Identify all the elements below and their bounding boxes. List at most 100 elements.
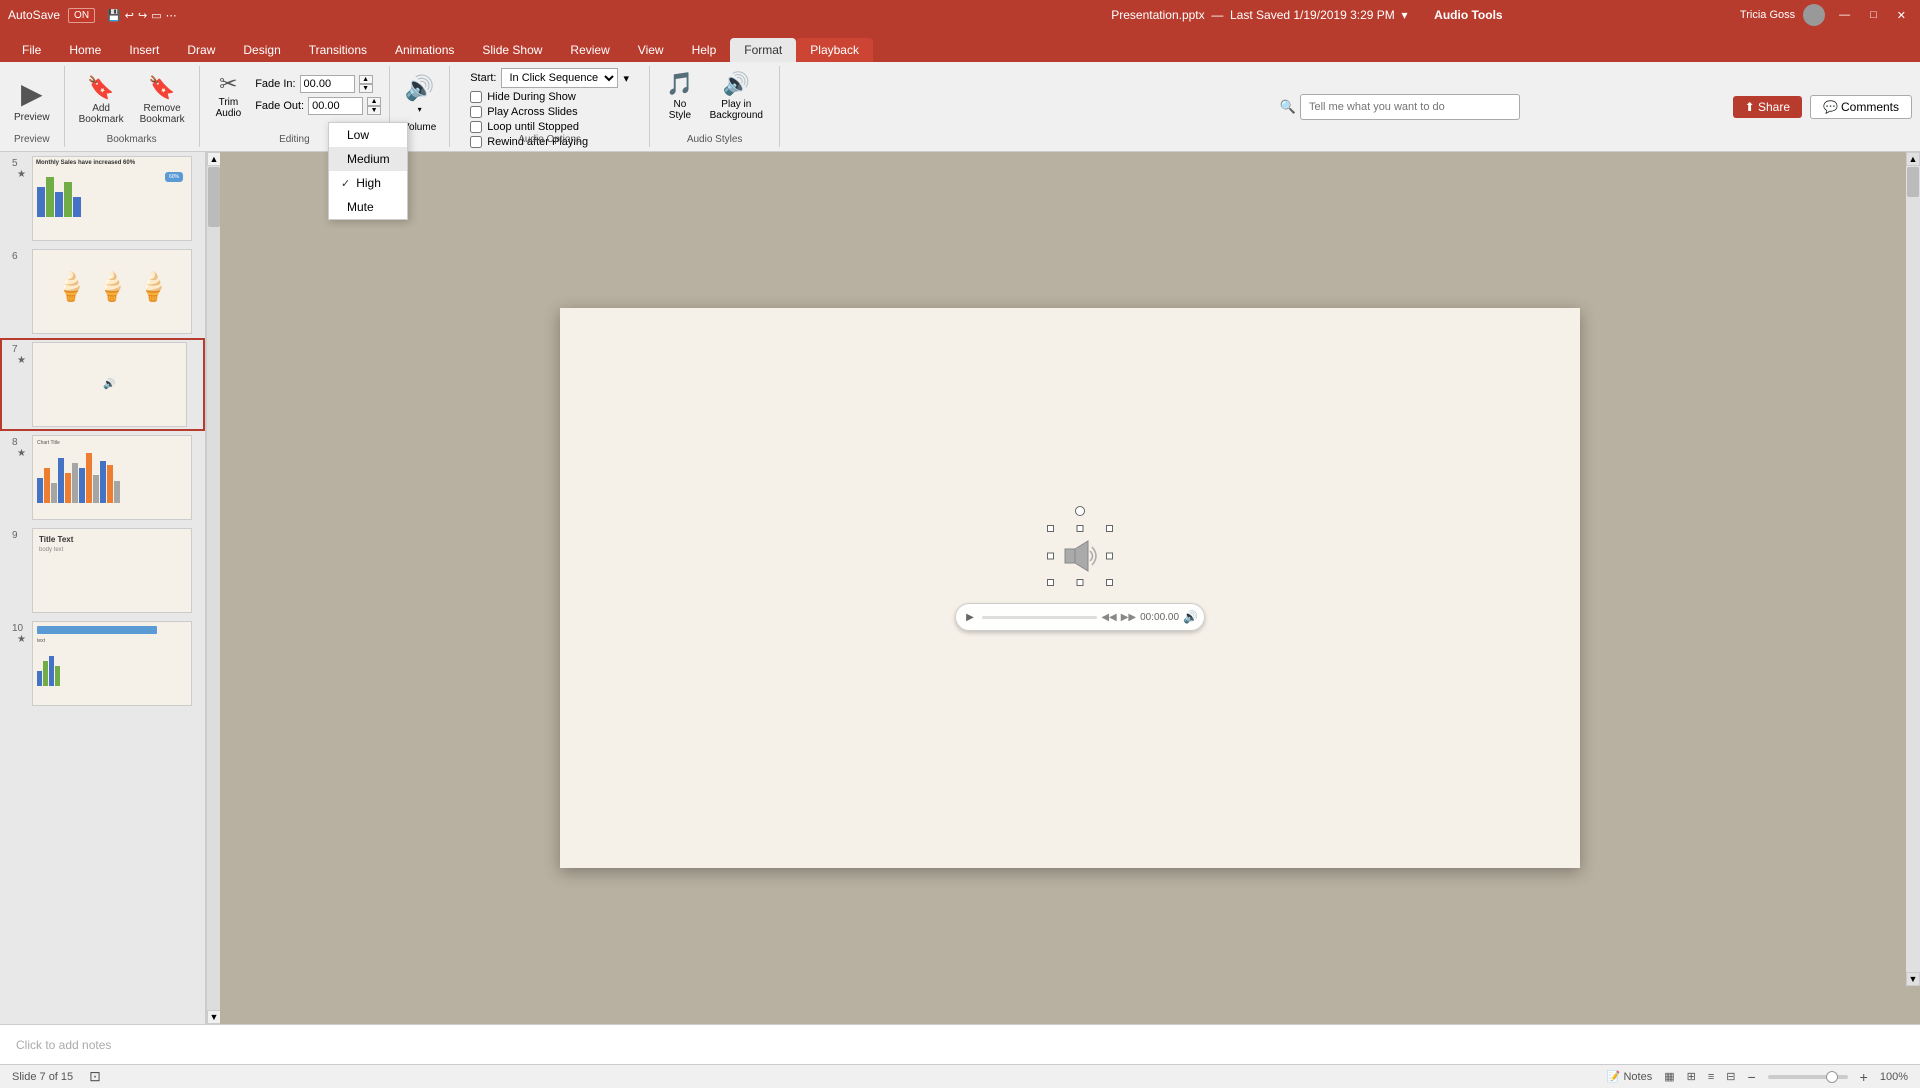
panel-scroll-up[interactable]: ▲ — [207, 152, 221, 166]
player-play-button[interactable]: ▶ — [962, 609, 978, 625]
tab-design[interactable]: Design — [229, 38, 294, 62]
hide-during-show-label: Hide During Show — [487, 91, 576, 103]
handle-mr[interactable] — [1106, 552, 1113, 559]
handle-ml[interactable] — [1047, 552, 1054, 559]
fade-in-up[interactable]: ▲ — [359, 75, 373, 84]
tab-playback[interactable]: Playback — [796, 38, 873, 62]
fade-out-down[interactable]: ▼ — [367, 106, 381, 115]
slide-thumb-7: 🔊 — [32, 342, 187, 427]
slideshow-icon[interactable]: ⊟ — [1726, 1070, 1735, 1083]
minimize-button[interactable]: — — [1833, 7, 1856, 23]
tab-home[interactable]: Home — [55, 38, 115, 62]
no-style-button[interactable]: 🎵 NoStyle — [660, 68, 699, 135]
panel-scroll-down[interactable]: ▼ — [207, 1010, 221, 1024]
tab-insert[interactable]: Insert — [115, 38, 173, 62]
title-bar-right: Tricia Goss — □ ✕ — [1740, 4, 1912, 26]
volume-arrow: ▾ — [418, 105, 422, 114]
zoom-thumb — [1826, 1071, 1838, 1083]
player-volume-button[interactable]: 🔊 — [1183, 610, 1198, 624]
play-across-slides-row: Play Across Slides — [470, 106, 577, 118]
present-icon[interactable]: ▭ — [151, 9, 161, 22]
hide-during-show-checkbox[interactable] — [470, 91, 482, 103]
volume-low-item[interactable]: Low — [329, 123, 407, 147]
fade-out-up[interactable]: ▲ — [367, 97, 381, 106]
loop-checkbox[interactable] — [470, 121, 482, 133]
tab-view[interactable]: View — [624, 38, 678, 62]
tab-animations[interactable]: Animations — [381, 38, 468, 62]
tab-review[interactable]: Review — [556, 38, 623, 62]
tab-file[interactable]: File — [8, 38, 55, 62]
notes-label: Notes — [1623, 1071, 1652, 1083]
fade-out-input[interactable]: 00.00 — [308, 97, 363, 115]
canvas-scroll-down[interactable]: ▼ — [1906, 972, 1920, 986]
reading-view-icon[interactable]: ≡ — [1708, 1071, 1714, 1083]
tab-draw[interactable]: Draw — [173, 38, 229, 62]
tab-help[interactable]: Help — [678, 38, 731, 62]
comments-button[interactable]: 💬 Comments — [1810, 95, 1912, 119]
player-time: 00:00.00 — [1140, 612, 1179, 623]
start-select[interactable]: In Click Sequence Automatically When Cli… — [501, 68, 618, 88]
notes-toggle-button[interactable]: 📝 Notes — [1607, 1070, 1652, 1083]
slide-thumb-9: Title Text body text — [32, 528, 192, 613]
handle-tm[interactable] — [1077, 525, 1084, 532]
play-across-slides-checkbox[interactable] — [470, 106, 482, 118]
slide-item-5[interactable]: 5 ★ Monthly Sales have increased 60% 60% — [0, 152, 205, 245]
player-progress-bar[interactable] — [982, 616, 1097, 619]
slide-item-8[interactable]: 8 ★ Chart Title — [0, 431, 205, 524]
autosave-badge[interactable]: ON — [68, 8, 95, 23]
audio-icon-box[interactable] — [1050, 528, 1110, 583]
slide-thumb-6: 🍦 🍦 🍦 — [32, 249, 192, 334]
redo-icon[interactable]: ↪ — [138, 9, 147, 22]
accessibility-icon: ⊡ — [89, 1068, 101, 1085]
zoom-plus-button[interactable]: + — [1860, 1069, 1868, 1085]
tab-transitions[interactable]: Transitions — [295, 38, 381, 62]
notes-area[interactable]: Click to add notes — [0, 1024, 1920, 1064]
handle-br[interactable] — [1106, 579, 1113, 586]
player-forward-button[interactable]: ▶▶ — [1121, 612, 1136, 623]
save-icon[interactable]: 💾 — [107, 9, 121, 22]
more-icon[interactable]: ⋯ — [166, 9, 177, 22]
slide-item-6[interactable]: 6 🍦 🍦 🍦 — [0, 245, 205, 338]
preview-button[interactable]: ▶ Preview — [8, 74, 56, 126]
play-in-background-button[interactable]: 🔊 Play inBackground — [704, 68, 769, 135]
zoom-slider[interactable] — [1768, 1075, 1848, 1079]
maximize-button[interactable]: □ — [1864, 7, 1883, 23]
slide-item-9[interactable]: 9 Title Text body text — [0, 524, 205, 617]
undo-icon[interactable]: ↩ — [125, 9, 134, 22]
bookmarks-group-label: Bookmarks — [65, 134, 199, 145]
loop-label: Loop until Stopped — [487, 121, 579, 133]
player-rewind-button[interactable]: ◀◀ — [1101, 612, 1116, 623]
no-style-icon: 🎵 — [666, 71, 693, 97]
remove-bookmark-button[interactable]: 🔖 RemoveBookmark — [134, 72, 191, 128]
slide-sorter-icon[interactable]: ⊞ — [1687, 1070, 1696, 1083]
share-button[interactable]: ⬆ Share — [1733, 96, 1802, 118]
volume-high-item[interactable]: ✓ High — [329, 171, 407, 195]
tab-format[interactable]: Format — [730, 38, 796, 62]
slide-item-7[interactable]: 7 ★ 🔊 — [0, 338, 205, 431]
close-button[interactable]: ✕ — [1891, 7, 1912, 24]
volume-mute-item[interactable]: Mute — [329, 195, 407, 219]
handle-tl[interactable] — [1047, 525, 1054, 532]
handle-bl[interactable] — [1047, 579, 1054, 586]
slide-item-10[interactable]: 10 ★ text — [0, 617, 205, 710]
preview-group-label: Preview — [0, 134, 64, 145]
main-layout: 5 ★ Monthly Sales have increased 60% 60% — [0, 152, 1920, 1024]
fade-in-down[interactable]: ▼ — [359, 84, 373, 93]
search-input[interactable] — [1300, 94, 1520, 120]
canvas-scroll-up[interactable]: ▲ — [1906, 152, 1920, 166]
fade-out-row: Fade Out: 00.00 ▲ ▼ — [255, 97, 381, 115]
trim-audio-button[interactable]: ✂ TrimAudio — [208, 68, 250, 133]
handle-tr[interactable] — [1106, 525, 1113, 532]
rotate-handle[interactable] — [1075, 506, 1085, 516]
zoom-minus-button[interactable]: − — [1747, 1069, 1755, 1085]
audio-player: ▶ ◀◀ ▶▶ 00:00.00 🔊 — [955, 603, 1205, 631]
volume-button[interactable]: 🔊 Volume ▾ — [399, 71, 441, 128]
normal-view-icon[interactable]: ▦ — [1664, 1070, 1674, 1083]
fade-in-input[interactable]: 00.00 — [300, 75, 355, 93]
volume-low-label: Low — [347, 128, 369, 142]
audio-element-container[interactable] — [1050, 528, 1110, 583]
volume-medium-item[interactable]: Medium — [329, 147, 407, 171]
add-bookmark-button[interactable]: 🔖 AddBookmark — [73, 72, 130, 128]
handle-bm[interactable] — [1077, 579, 1084, 586]
tab-slide-show[interactable]: Slide Show — [468, 38, 556, 62]
